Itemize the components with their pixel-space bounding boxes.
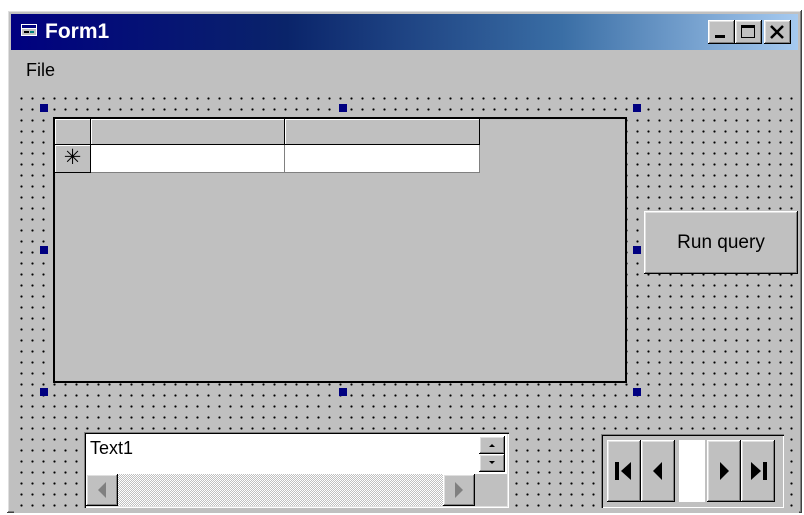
scrollbar-corner xyxy=(475,474,507,506)
text1-textbox[interactable]: Text1 xyxy=(84,432,509,508)
arrow-right-icon xyxy=(455,482,463,498)
resize-handle[interactable] xyxy=(633,246,641,254)
scroll-down-button[interactable] xyxy=(479,454,505,472)
first-record-button[interactable] xyxy=(607,440,641,502)
menu-file[interactable]: File xyxy=(26,60,55,81)
minimize-button[interactable] xyxy=(708,20,735,44)
horizontal-scrollbar[interactable] xyxy=(86,474,475,506)
window-title: Form1 xyxy=(45,20,110,43)
grid-corner-header xyxy=(55,119,91,145)
arrow-down-icon xyxy=(489,461,495,464)
last-record-button[interactable] xyxy=(741,440,775,502)
maximize-button[interactable] xyxy=(735,20,762,44)
form-icon xyxy=(21,24,37,36)
resize-handle[interactable] xyxy=(40,388,48,396)
arrow-up-icon xyxy=(489,444,495,447)
resize-handle[interactable] xyxy=(40,104,48,112)
resize-handle[interactable] xyxy=(339,104,347,112)
scroll-right-button[interactable] xyxy=(443,474,475,506)
scroll-left-button[interactable] xyxy=(86,474,118,506)
title-bar[interactable]: Form1 xyxy=(11,14,798,50)
last-record-icon xyxy=(751,462,767,480)
run-query-button[interactable]: Run query xyxy=(644,211,798,274)
form-design-surface[interactable]: ✳ Run query Text1 xyxy=(14,90,799,513)
previous-record-icon xyxy=(653,462,662,480)
grid-cell[interactable] xyxy=(91,145,285,173)
grid-column-header[interactable] xyxy=(285,119,480,145)
first-record-icon xyxy=(615,462,631,480)
resize-handle[interactable] xyxy=(339,388,347,396)
grid-column-header[interactable] xyxy=(91,119,285,145)
resize-handle[interactable] xyxy=(633,104,641,112)
form1-window: Form1 File ✳ Run query Text1 xyxy=(7,10,802,513)
data-navigation-control[interactable] xyxy=(601,434,784,508)
scroll-up-button[interactable] xyxy=(479,436,505,454)
arrow-left-icon xyxy=(98,482,106,498)
data-grid[interactable]: ✳ xyxy=(53,117,627,383)
data-control-caption xyxy=(679,440,705,502)
textbox-value[interactable]: Text1 xyxy=(90,438,133,459)
maximize-icon xyxy=(741,25,755,38)
minimize-icon xyxy=(715,35,725,38)
new-row-marker-icon[interactable]: ✳ xyxy=(55,145,91,173)
menu-bar: File xyxy=(11,52,798,80)
previous-record-button[interactable] xyxy=(641,440,675,502)
next-record-icon xyxy=(720,462,729,480)
resize-handle[interactable] xyxy=(40,246,48,254)
grid-cell[interactable] xyxy=(285,145,480,173)
close-button[interactable] xyxy=(764,20,791,44)
resize-handle[interactable] xyxy=(633,388,641,396)
next-record-button[interactable] xyxy=(707,440,741,502)
vertical-scrollbar[interactable] xyxy=(475,434,507,474)
close-icon xyxy=(770,25,784,39)
